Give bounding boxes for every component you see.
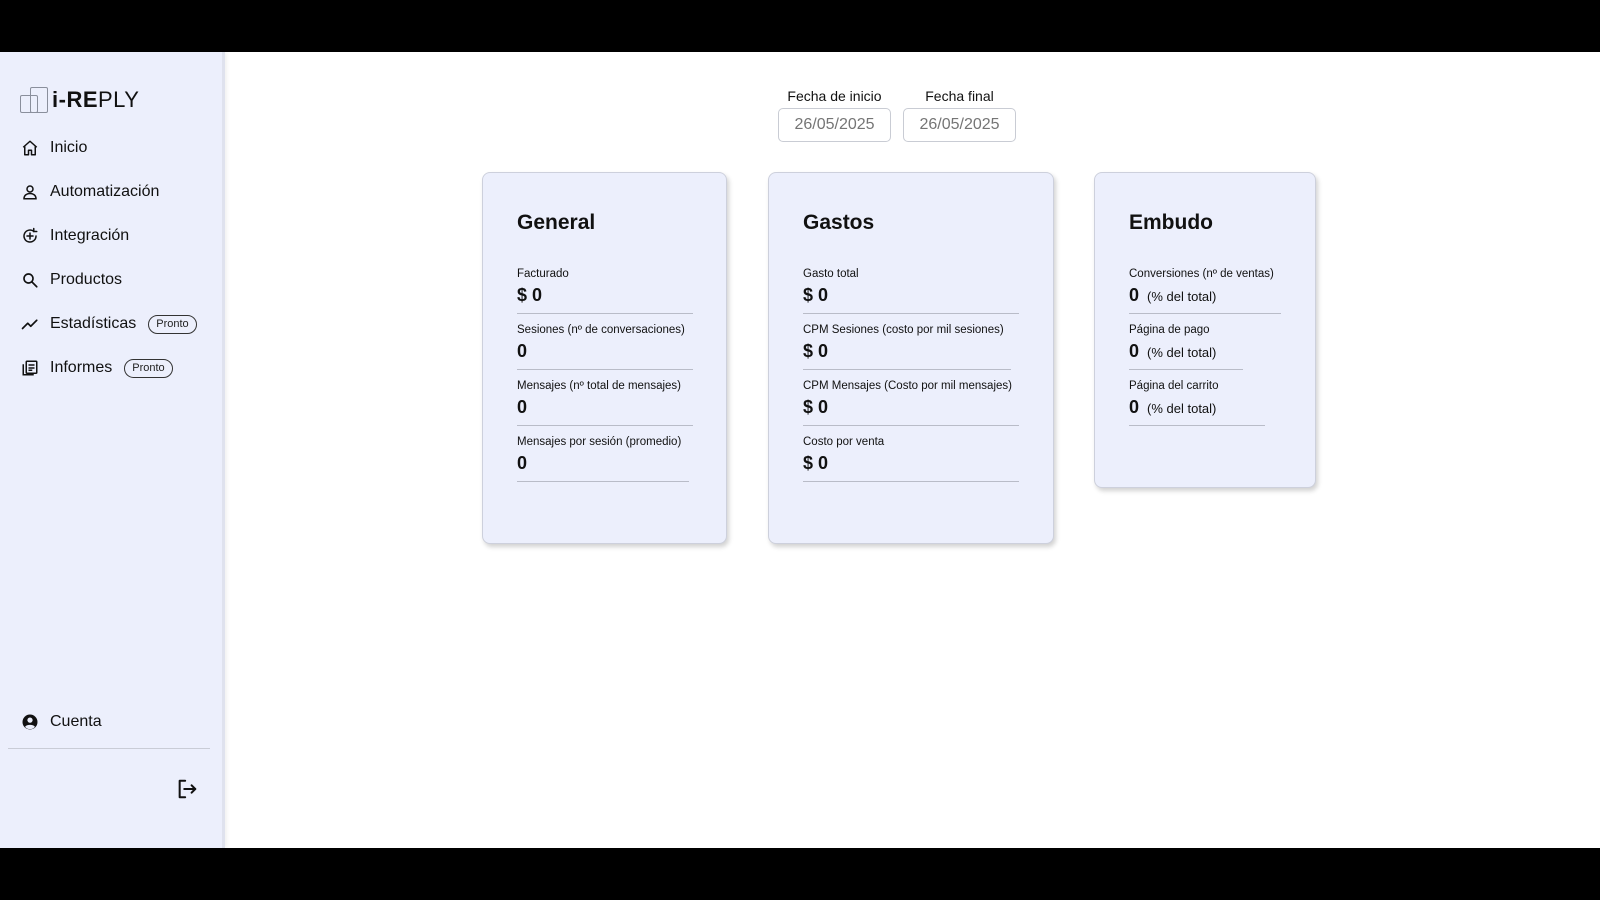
metric-divider	[517, 481, 689, 482]
search-icon	[20, 270, 40, 290]
metric-divider	[803, 369, 1011, 370]
metric-label: Mensajes por sesión (promedio)	[517, 436, 682, 448]
metric-conversiones: Conversiones (nº de ventas) 0 (% del tota…	[1129, 268, 1281, 314]
metric-pagina-de-pago: Página de pago 0 (% del total)	[1129, 324, 1243, 370]
metric-pagina-del-carrito: Página del carrito 0 (% del total)	[1129, 380, 1265, 426]
metric-divider	[1129, 369, 1243, 370]
sidebar-item-cuenta[interactable]: Cuenta	[0, 700, 222, 744]
sidebar: i-REPLY Inicio Automatización Integració…	[0, 52, 225, 848]
sidebar-item-label: Cuenta	[50, 713, 102, 730]
metric-sesiones: Sesiones (nº de conversaciones) 0	[517, 324, 693, 370]
metric-divider	[803, 425, 1019, 426]
metric-divider	[803, 313, 1019, 314]
sidebar-item-label: Inicio	[50, 139, 88, 156]
card-title: General	[517, 211, 596, 234]
metric-mensajes-por-sesion: Mensajes por sesión (promedio) 0	[517, 436, 689, 482]
start-date-label: Fecha de inicio	[787, 88, 882, 104]
account-section: Cuenta	[0, 700, 222, 744]
logo-text: i-REPLY	[52, 87, 140, 112]
metric-percent: (% del total)	[1147, 289, 1217, 304]
logo-icon	[20, 87, 50, 113]
date-filters: Fecha de inicio Fecha final	[778, 88, 1016, 142]
account-circle-icon	[20, 712, 40, 732]
trend-icon	[20, 314, 40, 334]
status-badge: Pronto	[124, 358, 173, 378]
metric-value: $ 0	[517, 285, 543, 305]
metric-percent: (% del total)	[1147, 345, 1217, 360]
metric-value: $ 0	[803, 453, 829, 473]
start-date-input[interactable]	[778, 108, 891, 142]
sidebar-item-productos[interactable]: Productos	[0, 258, 222, 302]
metric-facturado: Facturado $ 0	[517, 268, 693, 314]
metric-value: 0 (% del total)	[1129, 285, 1217, 305]
logo[interactable]: i-REPLY	[20, 86, 139, 114]
integration-icon	[20, 226, 40, 246]
metric-cpm-sesiones: CPM Sesiones (costo por mil sesiones) $ …	[803, 324, 1011, 370]
metric-value: $ 0	[803, 285, 829, 305]
metric-label: CPM Mensajes (Costo por mil mensajes)	[803, 380, 1012, 392]
metric-gasto-total: Gasto total $ 0	[803, 268, 1019, 314]
metric-value: $ 0	[803, 341, 829, 361]
metric-divider	[517, 313, 693, 314]
metric-label: Facturado	[517, 268, 569, 280]
metric-percent: (% del total)	[1147, 401, 1217, 416]
metric-value: 0 (% del total)	[1129, 397, 1217, 417]
metric-label: Sesiones (nº de conversaciones)	[517, 324, 685, 336]
metric-label: Conversiones (nº de ventas)	[1129, 268, 1274, 280]
sidebar-item-label: Informes	[50, 359, 113, 376]
sidebar-item-estadisticas[interactable]: Estadísticas Pronto	[0, 302, 222, 346]
end-date-label: Fecha final	[925, 88, 994, 104]
sidebar-item-label: Automatización	[50, 183, 160, 200]
card-title: Embudo	[1129, 211, 1213, 234]
start-date-group: Fecha de inicio	[778, 88, 891, 142]
metric-mensajes: Mensajes (nº total de mensajes) 0	[517, 380, 693, 426]
sidebar-item-informes[interactable]: Informes Pronto	[0, 346, 222, 390]
sidebar-item-label: Productos	[50, 271, 123, 288]
sidebar-divider	[8, 748, 210, 749]
card-gastos: Gastos Gasto total $ 0 CPM Sesiones (cos…	[768, 172, 1054, 544]
card-embudo: Embudo Conversiones (nº de ventas) 0 (% d…	[1094, 172, 1316, 488]
metric-label: Página de pago	[1129, 324, 1210, 336]
end-date-input[interactable]	[903, 108, 1016, 142]
metric-value: 0	[517, 397, 528, 417]
metric-label: CPM Sesiones (costo por mil sesiones)	[803, 324, 1004, 336]
end-date-group: Fecha final	[903, 88, 1016, 142]
metric-label: Mensajes (nº total de mensajes)	[517, 380, 681, 392]
metric-value: $ 0	[803, 397, 829, 417]
metric-divider	[803, 481, 1019, 482]
home-icon	[20, 138, 40, 158]
sidebar-item-integracion[interactable]: Integración	[0, 214, 222, 258]
metric-divider	[517, 369, 693, 370]
metric-divider	[517, 425, 693, 426]
status-badge: Pronto	[148, 314, 197, 334]
sidebar-item-label: Estadísticas	[50, 315, 137, 332]
app-window: i-REPLY Inicio Automatización Integració…	[0, 52, 1600, 848]
metric-value: 0	[517, 453, 528, 473]
card-title: Gastos	[803, 211, 875, 234]
metric-label: Costo por venta	[803, 436, 885, 448]
logout-icon	[178, 779, 197, 799]
metric-label: Gasto total	[803, 268, 859, 280]
sidebar-nav: Inicio Automatización Integración Produc…	[0, 126, 222, 390]
metric-costo-por-venta: Costo por venta $ 0	[803, 436, 1019, 482]
metric-divider	[1129, 313, 1281, 314]
sidebar-item-inicio[interactable]: Inicio	[0, 126, 222, 170]
metric-cpm-mensajes: CPM Mensajes (Costo por mil mensajes) $ …	[803, 380, 1019, 426]
metric-value: 0 (% del total)	[1129, 341, 1217, 361]
sidebar-item-automatizacion[interactable]: Automatización	[0, 170, 222, 214]
logout-button[interactable]	[176, 778, 198, 800]
card-general: General Facturado $ 0 Sesiones (nº de co…	[482, 172, 727, 544]
sidebar-item-label: Integración	[50, 227, 130, 244]
reports-icon	[20, 358, 40, 378]
metric-divider	[1129, 425, 1265, 426]
metric-label: Página del carrito	[1129, 380, 1219, 392]
user-icon	[20, 182, 40, 202]
metric-value: 0	[517, 341, 528, 361]
